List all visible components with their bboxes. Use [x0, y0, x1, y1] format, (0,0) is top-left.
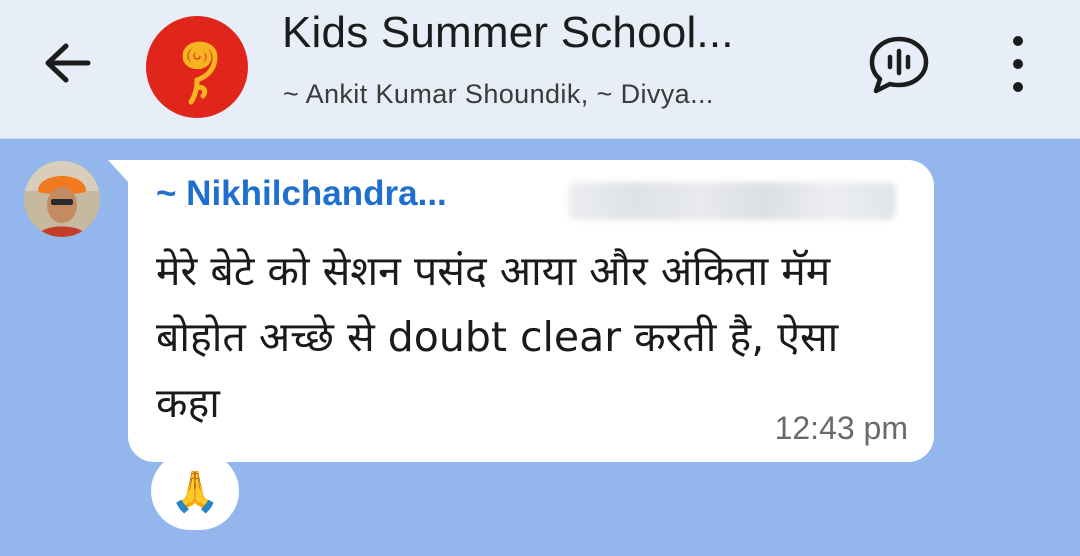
more-options-button[interactable] — [1000, 36, 1036, 92]
group-avatar[interactable] — [146, 16, 248, 118]
avatar-photo — [24, 161, 100, 237]
message-text: मेरे बेटे को सेशन पसंद आया और अंकिता मॅम… — [156, 247, 839, 427]
back-button[interactable] — [42, 40, 92, 86]
blurred-phone-number — [568, 182, 896, 220]
reaction-badge[interactable]: 🙏 — [151, 452, 239, 530]
voice-chat-button[interactable] — [866, 34, 932, 96]
group-members-list[interactable]: ~ Ankit Kumar Shoundik, ~ Divya... — [283, 79, 843, 110]
group-logo — [182, 41, 218, 105]
more-vertical-icon — [1013, 36, 1023, 46]
sender-avatar[interactable] — [24, 161, 100, 237]
group-title[interactable]: Kids Summer School... — [282, 8, 842, 58]
message-timestamp: 12:43 pm — [774, 410, 908, 446]
arrow-left-icon — [45, 43, 91, 83]
more-dot — [1013, 82, 1023, 92]
sender-name[interactable]: ~ Nikhilchandra... — [156, 174, 447, 214]
voice-chat-icon — [869, 36, 929, 94]
bubble-tail — [108, 160, 130, 184]
chat-header: Kids Summer School... ~ Ankit Kumar Shou… — [0, 0, 1080, 139]
more-dot — [1013, 59, 1023, 69]
folded-hands-icon: 🙏 — [170, 468, 220, 515]
